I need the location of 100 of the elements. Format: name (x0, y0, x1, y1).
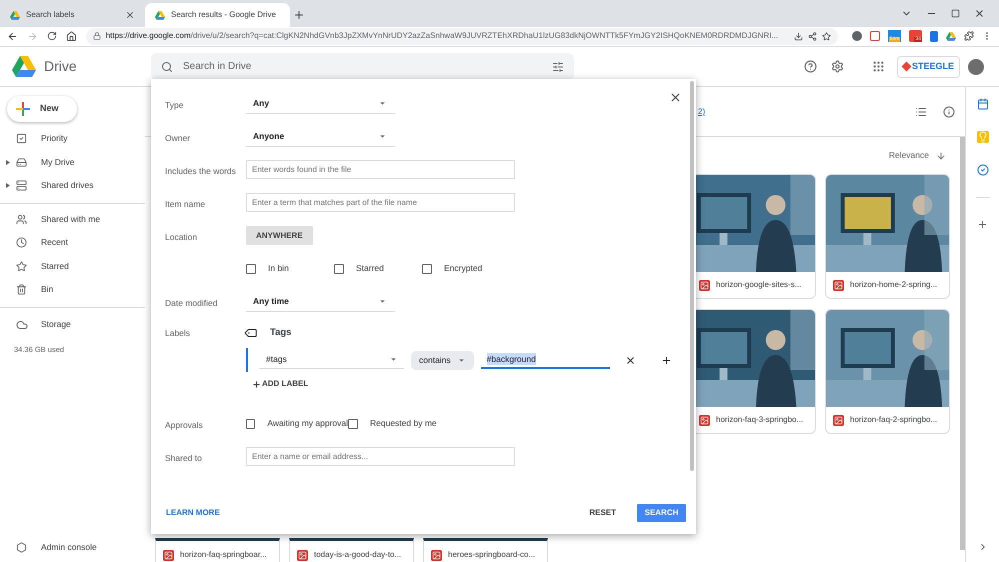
checkbox[interactable] (422, 264, 432, 274)
link[interactable]: 2) (698, 106, 706, 118)
checkbox-option[interactable]: Encrypted (422, 262, 510, 275)
tab-title: Search results - Google Drive (171, 9, 276, 21)
calendar-icon[interactable] (976, 98, 988, 110)
back-icon[interactable] (7, 30, 18, 42)
lock-icon (92, 32, 101, 40)
sidebar-item[interactable]: Shared with me (0, 208, 145, 231)
field-label: Item name (165, 198, 206, 208)
file-card[interactable]: horizon-home-2-spring... (825, 174, 950, 299)
info-icon[interactable] (943, 106, 955, 118)
file-card[interactable]: horizon-faq-springboar... (155, 538, 280, 562)
install-icon[interactable] (794, 32, 804, 40)
sort-direction-icon[interactable] (936, 150, 946, 160)
sidebar-item[interactable]: Recent (0, 231, 145, 254)
remove-icon[interactable] (624, 354, 636, 366)
checkbox[interactable] (334, 264, 344, 274)
address-bar[interactable]: https://drive.google.com/drive/u/2/search?q=cat:ClgKN2NhdGVnb3JpZXMvYnNrUDY2azZaSnhwaW9JUVRZTEhXRDhaU1lzUG83dkNjOWNTTk5FYmJGY2ISHQoKNEM0RDRDMDJGNRI... (86, 28, 838, 44)
sidebar-item[interactable]: My Drive (0, 150, 145, 174)
sidebar-item[interactable]: Starred (0, 254, 145, 278)
label-field-dropdown[interactable]: #tags (259, 351, 404, 369)
file-card[interactable]: today-is-a-good-day-to... (289, 538, 414, 562)
brand-logo: STEEGLE (896, 56, 960, 78)
file-name: today-is-a-good-day-to... (314, 549, 402, 561)
field-label: Date modified (165, 298, 218, 308)
extension-icon[interactable] (870, 31, 880, 41)
checkbox-option[interactable]: In bin (246, 262, 334, 275)
learn-more-link[interactable]: LEARN MORE (166, 506, 220, 518)
checkbox[interactable] (246, 264, 256, 274)
settings-icon[interactable] (830, 60, 844, 73)
tab-title: Search labels (26, 9, 76, 21)
sort-button[interactable]: Relevance (888, 149, 929, 162)
add-icon[interactable] (660, 354, 672, 366)
text-field[interactable]: Enter a name or email address... (246, 447, 515, 466)
field-label: Location (165, 232, 198, 242)
checkbox-option[interactable]: Starred (334, 262, 422, 275)
extension-icon[interactable] (852, 31, 862, 41)
field-label: Includes the words (165, 166, 236, 176)
drive-logo-icon (946, 32, 956, 40)
location-button[interactable]: ANYWHERE (246, 226, 313, 245)
share-icon[interactable] (808, 32, 818, 40)
new-tab-icon[interactable] (293, 9, 305, 21)
clock-icon (16, 237, 27, 248)
tasks-icon[interactable] (976, 164, 988, 176)
apps-icon[interactable] (872, 60, 885, 73)
image-file-icon (699, 414, 710, 426)
close-icon[interactable] (125, 10, 135, 20)
new-button[interactable]: New (7, 96, 77, 122)
star-icon (16, 260, 27, 272)
url-text: https://drive.google.com/drive/u/2/search?q=cat:ClgKN2NhdGVnb3JpZXMvYnNrUDY2azZaSnhwaW9JUVRZTEhXRDhaU1lzUG83dkNjOWNTTk5FYmJGY2ISHQoKNEM0RDRDMDJGNRI... (106, 30, 778, 42)
search-bar[interactable]: Search in Drive (151, 53, 574, 80)
reset-button[interactable]: RESET (587, 506, 618, 518)
operator-dropdown[interactable]: contains (411, 350, 474, 370)
search-icon (161, 60, 173, 72)
plus-icon (252, 380, 261, 388)
sidebar-item[interactable]: Admin console (0, 536, 145, 558)
add-icon[interactable] (977, 219, 988, 230)
expand-icon[interactable] (6, 183, 10, 188)
field-label: Shared to (165, 452, 202, 462)
image-file-icon (297, 550, 308, 560)
field-label: Type (165, 100, 184, 110)
reload-icon[interactable] (46, 31, 57, 41)
home-icon[interactable] (66, 30, 77, 42)
file-card[interactable]: horizon-faq-2-springbo... (825, 309, 950, 434)
search-button[interactable]: SEARCH (637, 504, 686, 522)
sidebar-item[interactable]: Storage (16, 314, 145, 336)
file-card[interactable]: heroes-springboard-co... (423, 538, 548, 562)
drive-logo-icon (12, 56, 36, 77)
filter-icon[interactable] (552, 60, 564, 72)
bookmark-icon[interactable] (822, 32, 832, 40)
extension-icon[interactable] (930, 30, 938, 42)
checkbox[interactable] (348, 418, 358, 428)
dropdown[interactable]: Any time (246, 292, 395, 312)
expand-icon[interactable] (6, 160, 10, 165)
checkbox-option[interactable]: Requested by me (348, 417, 437, 430)
search-placeholder: Search in Drive (183, 60, 252, 74)
trash-icon (16, 284, 27, 296)
add-label-button[interactable]: ADD LABEL (252, 372, 672, 396)
dropdown[interactable]: Any (246, 94, 395, 114)
checkbox-option[interactable]: Awaiting my approval (246, 417, 348, 430)
dropdown[interactable]: Anyone (246, 126, 395, 146)
drive-logo-icon (10, 10, 20, 20)
field-label: Owner (165, 132, 190, 142)
file-name: horizon-faq-2-springbo... (850, 414, 938, 426)
maximize-icon[interactable] (951, 9, 960, 18)
browser-tab[interactable]: Search results - Google Drive (145, 3, 290, 27)
close-icon[interactable] (974, 8, 985, 19)
app-name: Drive (44, 57, 77, 76)
text-field[interactable]: Enter words found in the file (246, 160, 515, 179)
browser-tab[interactable]: Search labels (0, 3, 145, 27)
close-icon[interactable] (669, 91, 682, 104)
sidebar-item[interactable]: Bin (0, 278, 145, 302)
label-value-field[interactable]: #background (480, 351, 610, 369)
checkbox[interactable] (246, 418, 256, 428)
sidebar-item[interactable]: Shared drives (0, 174, 145, 198)
extensions-icon[interactable] (964, 31, 974, 41)
image-file-icon (833, 414, 844, 426)
text-field[interactable]: Enter a term that matches part of the file name (246, 193, 515, 212)
help-icon[interactable] (804, 60, 817, 73)
sidebar-item[interactable]: Priority (0, 127, 145, 150)
